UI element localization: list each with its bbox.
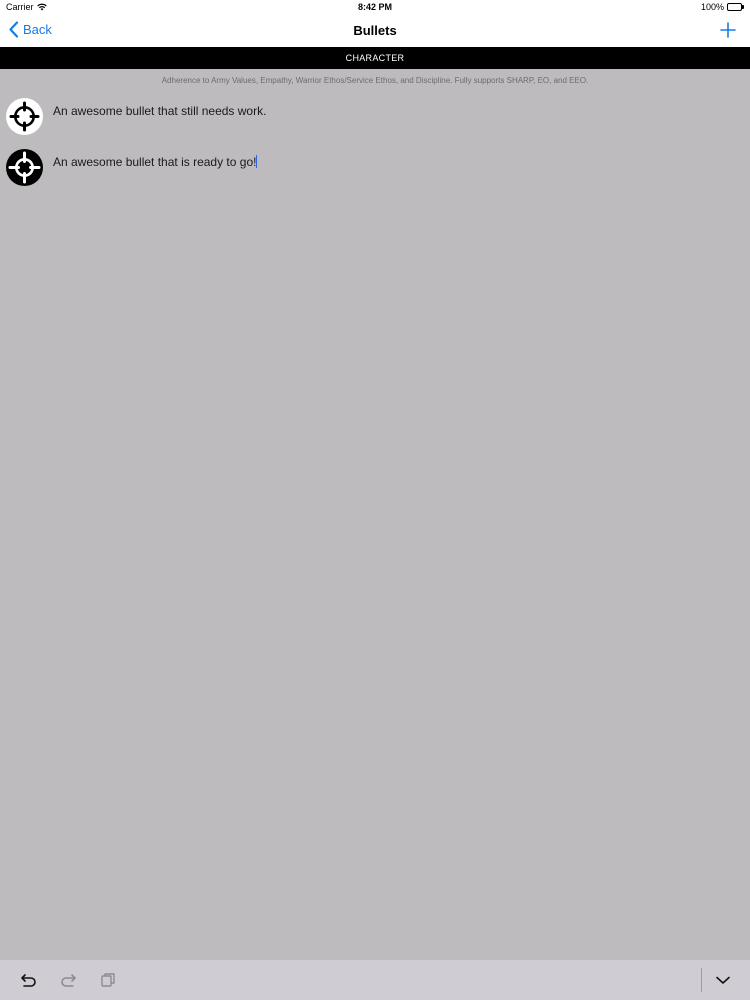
bullet-text-input[interactable]: An awesome bullet that is ready to go!	[53, 155, 258, 169]
keyboard-toolbar	[0, 960, 750, 1000]
battery-percent: 100%	[700, 2, 724, 12]
redo-button[interactable]	[59, 971, 77, 989]
status-battery: 100%	[701, 2, 745, 12]
toolbar-divider	[701, 968, 702, 992]
text-caret	[256, 155, 258, 168]
bullet-status-button[interactable]	[6, 149, 43, 186]
plus-icon	[720, 22, 736, 38]
bullet-text: An awesome bullet that still needs work.	[53, 104, 267, 118]
nav-bar: Back Bullets	[0, 15, 750, 47]
copy-icon	[101, 973, 115, 987]
crosshair-filled-icon	[6, 149, 43, 186]
crosshair-icon	[6, 98, 43, 135]
copy-button[interactable]	[99, 971, 117, 989]
battery-icon	[727, 3, 745, 11]
section-header: CHARACTER	[0, 47, 750, 69]
bullet-status-button[interactable]	[6, 98, 43, 135]
page-title: Bullets	[353, 23, 397, 38]
status-bar: Carrier 8:42 PM 100%	[0, 0, 750, 15]
status-time: 8:42 PM	[357, 2, 392, 12]
bullet-row[interactable]: An awesome bullet that still needs work.	[0, 98, 750, 138]
chevron-down-icon	[716, 976, 730, 984]
bullet-row[interactable]: An awesome bullet that is ready to go!	[0, 149, 750, 189]
undo-icon	[21, 974, 36, 987]
add-button[interactable]	[720, 22, 736, 38]
bullet-text: An awesome bullet that is ready to go!	[53, 155, 257, 169]
undo-button[interactable]	[20, 971, 38, 989]
section-description: Adherence to Army Values, Empathy, Warri…	[161, 76, 589, 85]
dismiss-keyboard-button[interactable]	[714, 971, 732, 989]
bullet-text-input[interactable]: An awesome bullet that still needs work.	[53, 104, 266, 118]
redo-icon	[61, 974, 76, 987]
